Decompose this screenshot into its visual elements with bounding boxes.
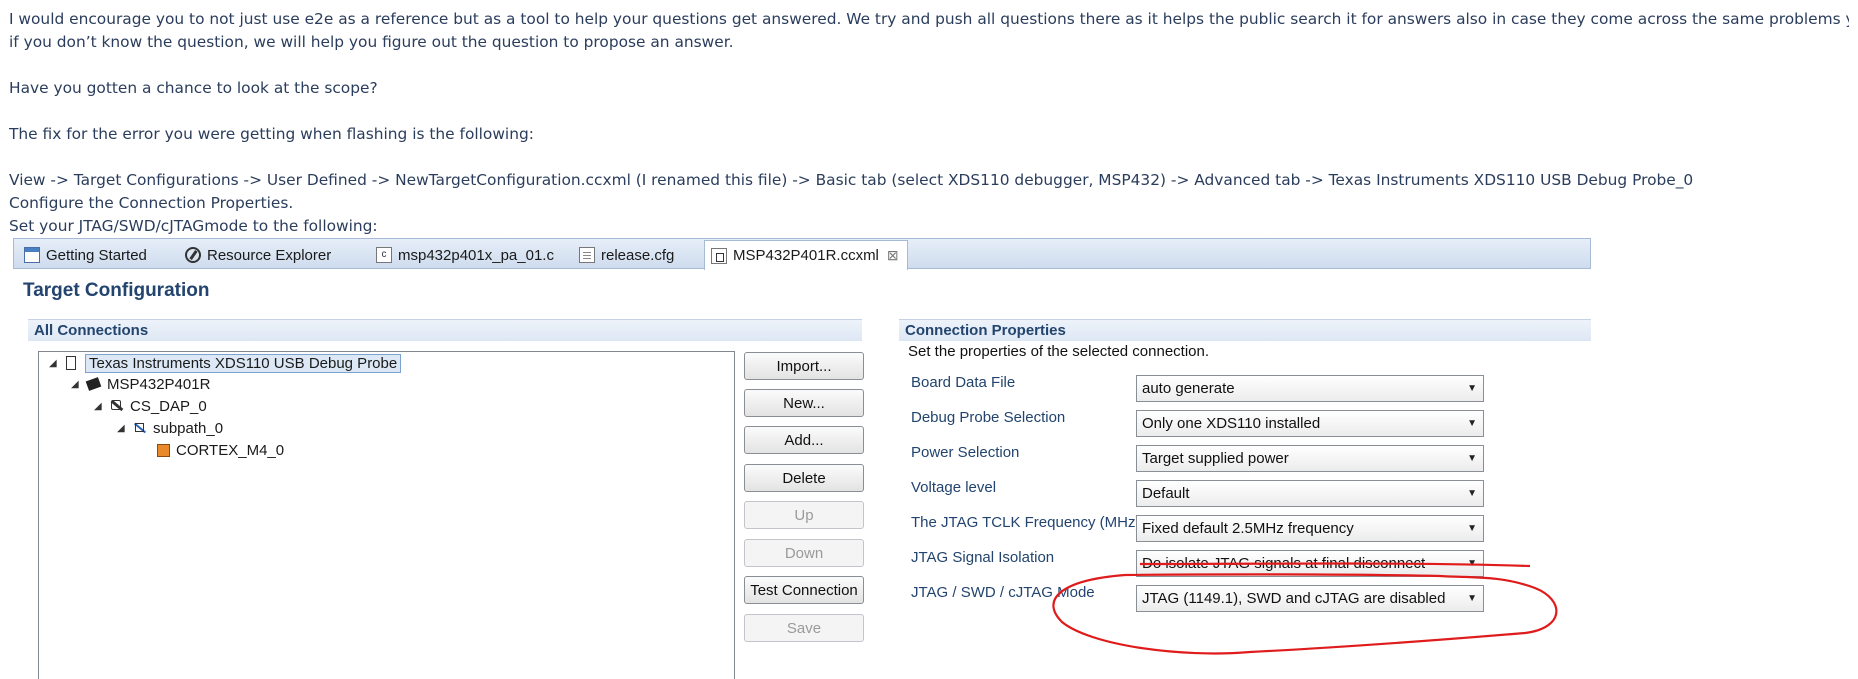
dropdown-arrow-icon: ▼ (1467, 558, 1477, 569)
close-icon[interactable]: ⊠ (887, 247, 899, 264)
target-configuration-screenshot: Getting Started Resource Explorer c msp4… (13, 238, 1591, 679)
all-connections-header: All Connections (28, 319, 862, 341)
jtag-signal-isolation-label: JTAG Signal Isolation (911, 549, 1055, 566)
tab-label: Resource Explorer (207, 246, 332, 264)
connection-properties-subtitle: Set the properties of the selected conne… (908, 343, 1210, 360)
save-button[interactable]: Save (744, 614, 864, 642)
debug-probe-selection-select[interactable]: Only one XDS110 installed ▼ (1136, 410, 1484, 437)
select-value: Fixed default 2.5MHz frequency (1142, 520, 1354, 537)
jtag-tclk-frequency-label: The JTAG TCLK Frequency (MHz) (911, 514, 1141, 531)
select-value: JTAG (1149.1), SWD and cJTAG are disable… (1142, 590, 1446, 607)
select-value: Do isolate JTAG signals at final disconn… (1142, 555, 1426, 572)
connection-properties-header: Connection Properties (899, 319, 1591, 341)
add-button[interactable]: Add... (744, 426, 864, 454)
tree-item-probe[interactable]: ◢ Texas Instruments XDS110 USB Debug Pro… (49, 352, 402, 374)
dropdown-arrow-icon: ▼ (1467, 453, 1477, 464)
tab-getting-started[interactable]: Getting Started (18, 241, 155, 269)
window-icon (24, 247, 40, 263)
tab-msp432-source[interactable]: c msp432p401x_pa_01.c (370, 241, 562, 269)
post-paragraph: Set your JTAG/SWD/cJTAGmode to the follo… (9, 217, 378, 235)
tree-item-label: CS_DAP_0 (130, 397, 207, 415)
power-selection-label: Power Selection (911, 444, 1020, 461)
tree-item-device[interactable]: ◢ MSP432P401R (71, 373, 210, 395)
select-value: auto generate (1142, 380, 1235, 397)
chip-icon (85, 376, 103, 392)
tab-label: Getting Started (46, 246, 147, 264)
jtag-swd-cjtag-mode-label: JTAG / SWD / cJTAG Mode (911, 584, 1095, 601)
c-file-icon: c (376, 247, 392, 263)
select-value: Only one XDS110 installed (1142, 415, 1321, 432)
tree-item-subpath[interactable]: ◢ subpath_0 (117, 417, 223, 439)
post-paragraph: The fix for the error you were getting w… (9, 125, 534, 143)
dap-icon (108, 398, 126, 414)
select-value: Target supplied power (1142, 450, 1289, 467)
tree-item-core[interactable]: CORTEX_M4_0 (154, 439, 284, 461)
editor-tab-bar: Getting Started Resource Explorer c msp4… (13, 238, 1591, 270)
post-paragraph: Have you gotten a chance to look at the … (9, 79, 378, 97)
tab-label: MSP432P401R.ccxml (733, 247, 879, 264)
board-data-file-label: Board Data File (911, 374, 1016, 391)
tab-label: msp432p401x_pa_01.c (398, 246, 554, 264)
tab-release-cfg[interactable]: release.cfg (573, 241, 682, 269)
tree-item-label: MSP432P401R (107, 375, 211, 393)
dropdown-arrow-icon: ▼ (1467, 523, 1477, 534)
post-paragraph: View -> Target Configurations -> User De… (9, 171, 1694, 189)
expand-arrow-icon[interactable]: ◢ (94, 401, 108, 412)
voltage-level-label: Voltage level (911, 479, 997, 496)
probe-icon (63, 355, 81, 371)
import-button[interactable]: Import... (744, 352, 864, 380)
dropdown-arrow-icon: ▼ (1467, 383, 1477, 394)
voltage-level-select[interactable]: Default ▼ (1136, 480, 1484, 507)
delete-button[interactable]: Delete (744, 464, 864, 492)
tab-label: release.cfg (601, 246, 675, 264)
jtag-signal-isolation-select[interactable]: Do isolate JTAG signals at final disconn… (1136, 550, 1484, 577)
connections-tree[interactable]: ◢ Texas Instruments XDS110 USB Debug Pro… (38, 351, 735, 679)
up-button[interactable]: Up (744, 501, 864, 529)
page-title: Target Configuration (23, 280, 210, 301)
tree-item-label: subpath_0 (153, 419, 224, 437)
dropdown-arrow-icon: ▼ (1467, 593, 1477, 604)
tree-item-label: CORTEX_M4_0 (176, 441, 285, 459)
post-paragraph: I would encourage you to not just use e2… (9, 10, 1849, 28)
board-data-file-select[interactable]: auto generate ▼ (1136, 375, 1484, 402)
post-paragraph: if you don’t know the question, we will … (9, 33, 734, 51)
expand-arrow-icon[interactable]: ◢ (117, 423, 131, 434)
expand-arrow-icon[interactable]: ◢ (71, 379, 85, 390)
jtag-swd-cjtag-mode-select[interactable]: JTAG (1149.1), SWD and cJTAG are disable… (1136, 585, 1484, 612)
ccxml-file-icon (711, 247, 727, 264)
select-value: Default (1142, 485, 1190, 502)
tab-resource-explorer[interactable]: Resource Explorer (179, 241, 339, 269)
dropdown-arrow-icon: ▼ (1467, 488, 1477, 499)
document-icon (579, 247, 595, 263)
jtag-tclk-frequency-select[interactable]: Fixed default 2.5MHz frequency ▼ (1136, 515, 1484, 542)
power-selection-select[interactable]: Target supplied power ▼ (1136, 445, 1484, 472)
dropdown-arrow-icon: ▼ (1467, 418, 1477, 429)
post-body: I would encourage you to not just use e2… (9, 8, 1849, 238)
test-connection-button[interactable]: Test Connection (744, 576, 864, 604)
compass-icon (185, 247, 201, 263)
tree-item-dap[interactable]: ◢ CS_DAP_0 (94, 395, 207, 417)
tree-item-label: Texas Instruments XDS110 USB Debug Probe (85, 353, 402, 373)
debug-probe-selection-label: Debug Probe Selection (911, 409, 1066, 426)
subpath-icon (131, 420, 149, 436)
core-icon (154, 442, 172, 458)
expand-arrow-icon[interactable]: ◢ (49, 358, 63, 369)
post-paragraph: Configure the Connection Properties. (9, 194, 294, 212)
tab-msp432p401r-ccxml[interactable]: MSP432P401R.ccxml ⊠ (704, 240, 908, 270)
new-button[interactable]: New... (744, 389, 864, 417)
down-button[interactable]: Down (744, 539, 864, 567)
